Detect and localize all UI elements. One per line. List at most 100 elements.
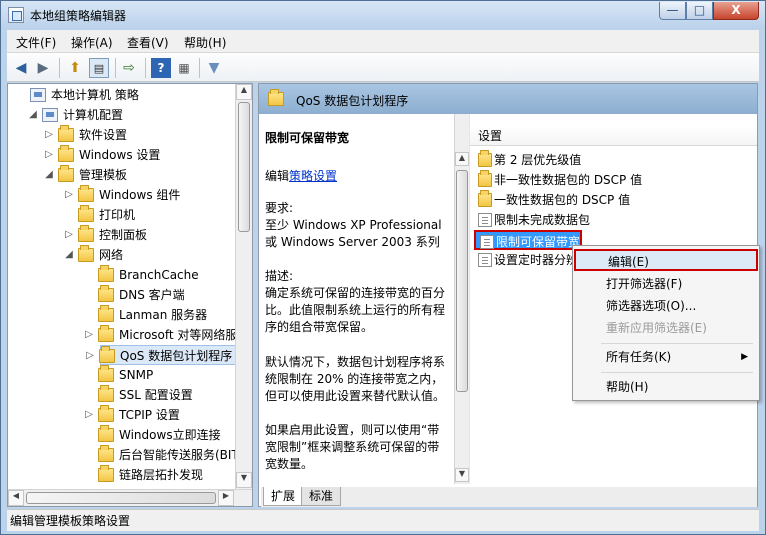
tree-item-label: 本地计算机 策略	[51, 88, 139, 102]
scroll-left-button[interactable]: ◀	[8, 490, 24, 506]
ctx-help[interactable]: 帮助(H)	[574, 376, 758, 398]
expand-arrow-icon[interactable]: ▷	[84, 325, 94, 345]
tree-item[interactable]: SNMP	[8, 365, 234, 385]
maximize-button[interactable]: □	[686, 2, 713, 20]
scroll-thumb[interactable]	[456, 170, 468, 392]
tree-pane[interactable]: 本地计算机 策略 ◢ 计算机配置 ▷ 软件设置 ▷ Windows 设置 ◢ 管理模板 ▷ Wind…	[7, 83, 253, 507]
menu-file[interactable]: 文件(F)	[16, 34, 56, 51]
column-header-settings[interactable]: 设置	[470, 126, 757, 146]
ctx-reapply-filter[interactable]: 重新应用筛选器(E)	[574, 317, 758, 339]
collapse-arrow-icon[interactable]: ◢	[28, 105, 38, 125]
tree-item[interactable]: 本地计算机 策略	[8, 85, 234, 105]
tree-item[interactable]: ▷ Microsoft 对等网络服务	[8, 325, 249, 345]
folder-icon	[98, 325, 114, 342]
policy-icon	[478, 253, 492, 267]
tree-item[interactable]: BranchCache	[8, 265, 234, 285]
scroll-right-button[interactable]: ▶	[218, 490, 234, 506]
tab-standard[interactable]: 标准	[301, 487, 342, 506]
ctx-open-filter[interactable]: 打开筛选器(F)	[574, 273, 758, 295]
list-item[interactable]: 限制未完成数据包	[474, 210, 754, 230]
list-item-label: 限制可保留带宽	[496, 235, 581, 249]
tree-item[interactable]: 后台智能传送服务(BITS)	[8, 445, 251, 465]
tree-item[interactable]: ◢ 计算机配置	[8, 105, 234, 125]
computer-icon	[30, 88, 46, 102]
scroll-down-button[interactable]: ▼	[455, 468, 469, 482]
scroll-thumb[interactable]	[238, 102, 250, 232]
menu-view[interactable]: 查看(V)	[127, 34, 169, 51]
menu-help[interactable]: 帮助(H)	[184, 34, 226, 51]
description-vertical-scrollbar[interactable]: ▲ ▼	[454, 114, 469, 484]
scroll-up-button[interactable]: ▲	[236, 84, 252, 100]
tree-item[interactable]: ▷ 控制面板	[8, 225, 234, 245]
tree-horizontal-scrollbar[interactable]: ◀ ▶	[8, 489, 252, 506]
expand-arrow-icon[interactable]: ▷	[64, 225, 74, 245]
scroll-thumb[interactable]	[26, 492, 216, 504]
ctx-separator	[601, 372, 753, 373]
menu-action[interactable]: 操作(A)	[71, 34, 113, 51]
show-hide-tree-icon[interactable]: ▤	[89, 58, 109, 78]
toolbar: ◀ ▶ ⬆ ▤ ⇨ ? ▦ ▼	[7, 53, 759, 82]
tree-item[interactable]: ▷ TCPIP 设置	[8, 405, 234, 425]
tree-item[interactable]: Lanman 服务器	[8, 305, 234, 325]
tree-item[interactable]: DNS 客户端	[8, 285, 234, 305]
folder-icon	[98, 465, 114, 482]
toolbar-separator	[145, 58, 146, 78]
expand-arrow-icon[interactable]: ▷	[84, 405, 94, 425]
tree-item[interactable]: ▷ 软件设置	[8, 125, 234, 145]
collapse-arrow-icon[interactable]: ◢	[44, 165, 54, 185]
tree-item[interactable]: 打印机	[8, 205, 234, 225]
help-icon[interactable]: ?	[151, 58, 171, 78]
forward-arrow-icon[interactable]: ▶	[33, 58, 53, 78]
list-item[interactable]: 非一致性数据包的 DSCP 值	[474, 170, 754, 190]
folder-icon	[478, 150, 492, 167]
tab-extended[interactable]: 扩展	[263, 487, 304, 506]
folder-icon	[58, 125, 74, 142]
ctx-edit[interactable]: 编辑(E)	[574, 249, 758, 271]
expand-arrow-icon[interactable]: ▷	[44, 145, 54, 165]
properties-pane-icon[interactable]: ▦	[174, 58, 194, 78]
tree-item[interactable]: Windows立即连接	[8, 425, 234, 445]
folder-icon	[99, 346, 115, 363]
minimize-button[interactable]: —	[659, 2, 686, 20]
list-item-label: 第 2 层优先级值	[494, 153, 582, 167]
scroll-up-button[interactable]: ▲	[455, 152, 469, 166]
edit-policy-link[interactable]: 策略设置	[289, 169, 337, 183]
tree-item[interactable]: ◢ 网络	[8, 245, 234, 265]
tree-item-label: DNS 客户端	[119, 288, 185, 302]
list-item[interactable]: 一致性数据包的 DSCP 值	[474, 190, 754, 210]
toolbar-separator	[59, 58, 60, 78]
filter-icon[interactable]: ▼	[204, 58, 224, 78]
tree-item-label: 控制面板	[99, 228, 148, 242]
scroll-down-button[interactable]: ▼	[236, 472, 252, 488]
folder-icon	[78, 225, 94, 242]
tree-item[interactable]: ▷ QoS 数据包计划程序	[86, 345, 250, 365]
tree-item[interactable]: ▷ Windows 组件	[8, 185, 234, 205]
ctx-all-tasks[interactable]: 所有任务(K) ▶	[574, 346, 758, 368]
back-arrow-icon[interactable]: ◀	[11, 58, 31, 78]
list-item[interactable]: 限制可保留带宽	[474, 230, 582, 250]
ctx-filter-options[interactable]: 筛选器选项(O)...	[574, 295, 758, 317]
expand-arrow-icon[interactable]: ▷	[85, 346, 95, 366]
enable-text: 如果启用此设置，则可以使用“带宽限制”框来调整系统可保留的带宽数量。	[265, 423, 440, 471]
submenu-arrow-icon: ▶	[741, 352, 748, 362]
folder-icon	[98, 405, 114, 422]
tree-vertical-scrollbar[interactable]: ▲ ▼	[235, 84, 252, 489]
view-tabs: 扩展 标准	[261, 487, 757, 507]
collapse-arrow-icon[interactable]: ◢	[64, 245, 74, 265]
requirement-text: 至少 Windows XP Professional 或 Windows Ser…	[265, 218, 442, 249]
folder-icon	[98, 285, 114, 302]
folder-icon	[78, 205, 94, 222]
title-bar[interactable]: 本地组策略编辑器 — □ X	[1, 1, 765, 29]
expand-arrow-icon[interactable]: ▷	[44, 125, 54, 145]
expand-arrow-icon[interactable]: ▷	[64, 185, 74, 205]
list-item[interactable]: 第 2 层优先级值	[474, 150, 754, 170]
tree-item-label: TCPIP 设置	[119, 408, 180, 422]
export-list-icon[interactable]: ⇨	[119, 58, 139, 78]
tree-item[interactable]: 链路层拓扑发现	[8, 465, 234, 485]
tree-item[interactable]: ◢ 管理模板	[8, 165, 234, 185]
folder-up-icon[interactable]: ⬆	[65, 58, 85, 78]
tree-item[interactable]: ▷ Windows 设置	[8, 145, 234, 165]
tree-item[interactable]: SSL 配置设置	[8, 385, 234, 405]
close-button[interactable]: X	[713, 2, 759, 20]
policy-icon	[480, 235, 494, 249]
